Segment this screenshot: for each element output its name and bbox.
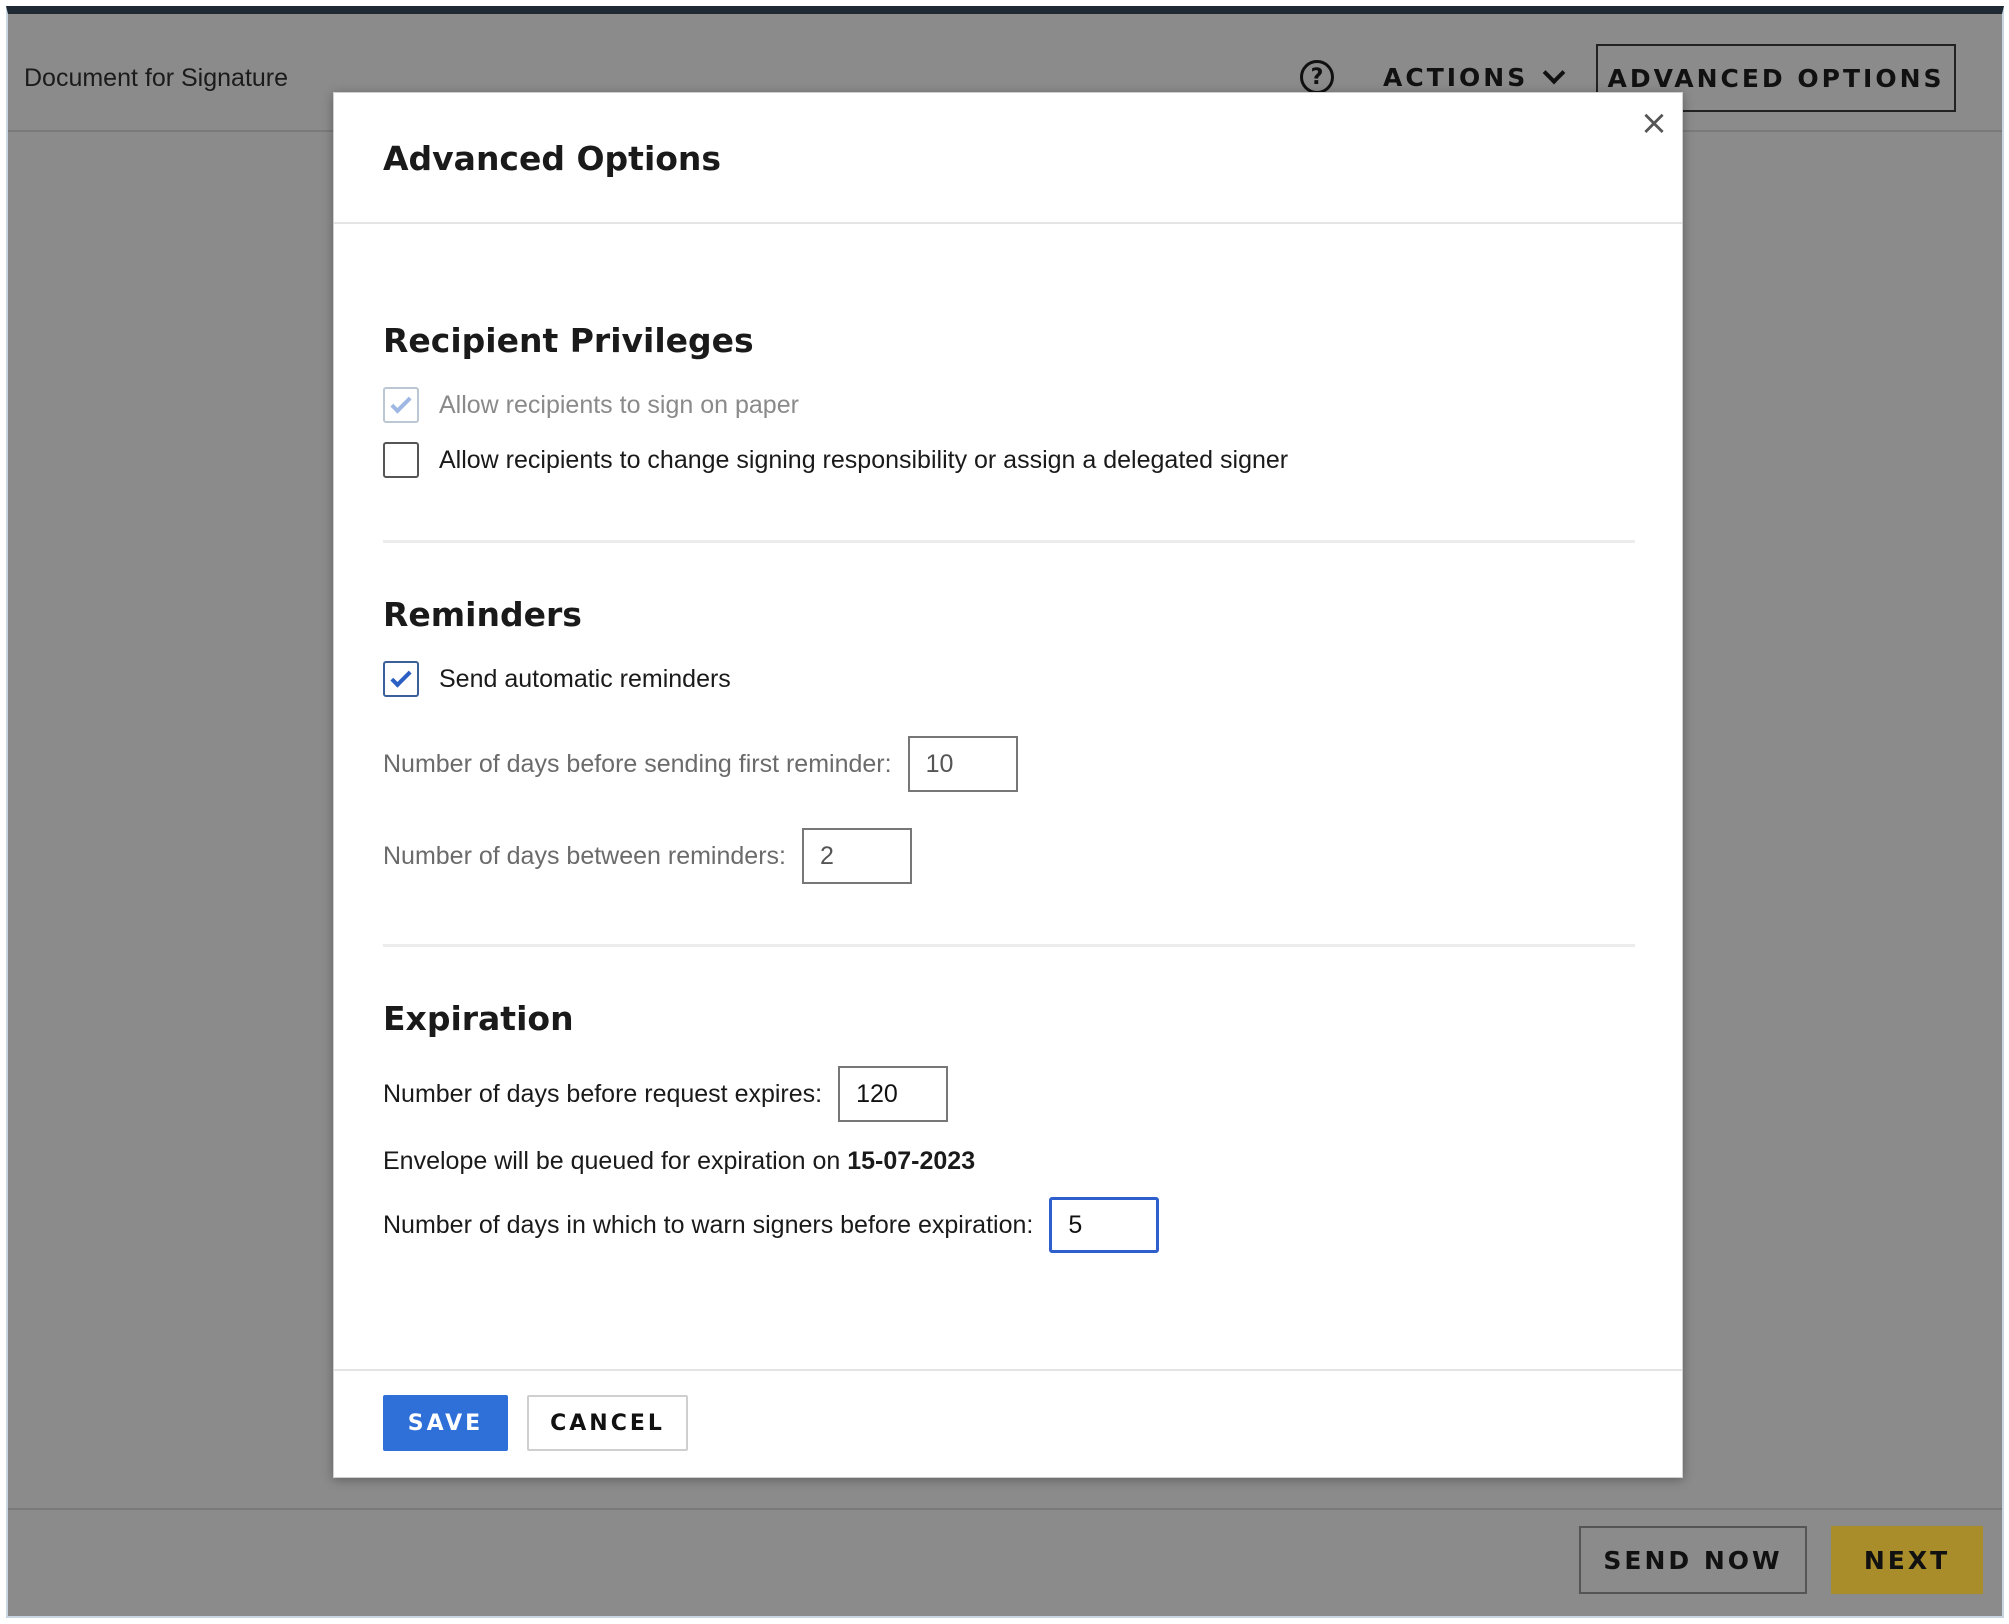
- bottom-bar: SEND NOW NEXT: [8, 1508, 2002, 1616]
- save-button[interactable]: SAVE: [383, 1395, 508, 1451]
- expires-input[interactable]: [838, 1066, 949, 1122]
- between-reminders-input[interactable]: [801, 828, 912, 884]
- auto-reminders-label: Send automatic reminders: [439, 664, 731, 693]
- help-icon[interactable]: ?: [1300, 60, 1334, 94]
- delegate-signer-option[interactable]: Allow recipients to change signing respo…: [383, 442, 1288, 478]
- checkmark-icon: [390, 665, 412, 688]
- first-reminder-row: Number of days before sending first remi…: [383, 736, 1018, 792]
- send-now-button[interactable]: SEND NOW: [1579, 1526, 1807, 1594]
- section-divider: [383, 540, 1635, 543]
- warn-signers-label: Number of days in which to warn signers …: [383, 1210, 1034, 1239]
- close-icon[interactable]: ×: [1636, 105, 1672, 141]
- auto-reminders-checkbox[interactable]: [383, 661, 419, 697]
- between-reminders-row: Number of days between reminders:: [383, 828, 912, 884]
- expires-row: Number of days before request expires:: [383, 1066, 949, 1122]
- expiration-date: 15-07-2023: [847, 1147, 976, 1175]
- warn-signers-input[interactable]: [1049, 1197, 1160, 1253]
- expiration-date-info: Envelope will be queued for expiration o…: [383, 1147, 975, 1176]
- sign-on-paper-option[interactable]: Allow recipients to sign on paper: [383, 387, 799, 423]
- advanced-options-dialog: Advanced Options × Recipient Privileges …: [333, 92, 1683, 1478]
- between-reminders-label: Number of days between reminders:: [383, 841, 786, 870]
- first-reminder-input[interactable]: [907, 736, 1018, 792]
- queued-text: Envelope will be queued for expiration o…: [383, 1147, 841, 1175]
- dialog-title: Advanced Options: [383, 139, 722, 178]
- section-divider: [383, 944, 1635, 947]
- actions-label: ACTIONS: [1383, 62, 1529, 92]
- cancel-button[interactable]: CANCEL: [527, 1395, 688, 1451]
- next-button[interactable]: NEXT: [1831, 1526, 1983, 1594]
- expiration-heading: Expiration: [383, 999, 574, 1038]
- dialog-footer: SAVE CANCEL: [334, 1369, 1682, 1477]
- sign-on-paper-label: Allow recipients to sign on paper: [439, 390, 799, 419]
- reminders-heading: Reminders: [383, 595, 582, 634]
- document-title: Document for Signature: [24, 64, 289, 92]
- dialog-header: Advanced Options: [334, 93, 1682, 224]
- delegate-signer-checkbox[interactable]: [383, 442, 419, 478]
- expires-label: Number of days before request expires:: [383, 1079, 823, 1108]
- sign-on-paper-checkbox[interactable]: [383, 387, 419, 423]
- recipient-privileges-heading: Recipient Privileges: [383, 321, 754, 360]
- delegate-signer-label: Allow recipients to change signing respo…: [439, 445, 1289, 474]
- chevron-down-icon: [1542, 61, 1566, 85]
- first-reminder-label: Number of days before sending first remi…: [383, 749, 892, 778]
- warn-signers-row: Number of days in which to warn signers …: [383, 1197, 1160, 1253]
- auto-reminders-option[interactable]: Send automatic reminders: [383, 661, 731, 697]
- checkmark-icon: [390, 391, 412, 414]
